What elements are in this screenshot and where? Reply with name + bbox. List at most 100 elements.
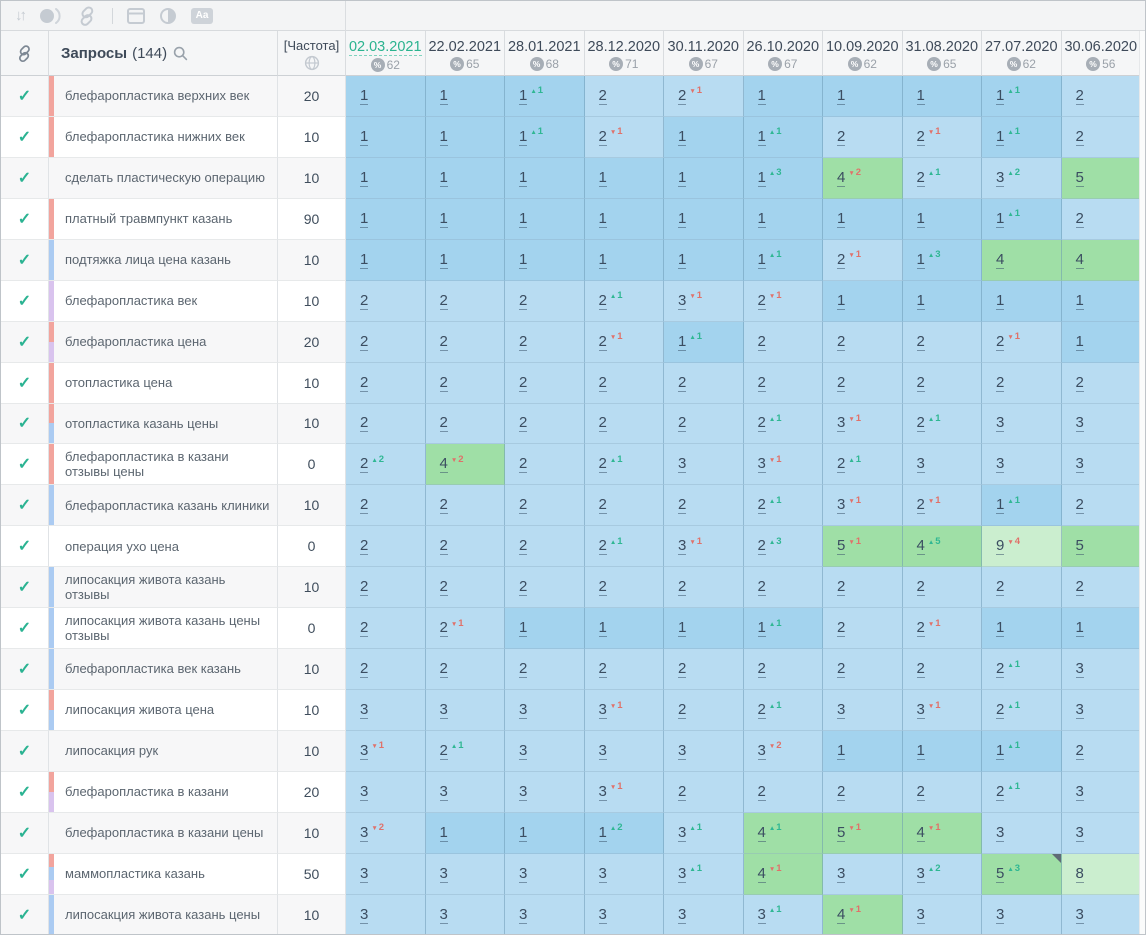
position-value[interactable]: 2 bbox=[758, 374, 766, 392]
check-icon[interactable]: ✓ bbox=[18, 168, 31, 188]
position-value[interactable]: 3 bbox=[1076, 660, 1084, 678]
position-value[interactable]: 1 bbox=[678, 251, 686, 269]
position-value[interactable]: 3 bbox=[360, 824, 368, 842]
position-value[interactable]: 2 bbox=[996, 333, 1004, 351]
date-column-header[interactable]: 30.11.2020%67 bbox=[664, 31, 744, 76]
position-value[interactable]: 3 bbox=[519, 865, 527, 883]
position-value[interactable]: 2 bbox=[440, 619, 448, 637]
position-value[interactable]: 2 bbox=[837, 660, 845, 678]
position-value[interactable]: 1 bbox=[519, 251, 527, 269]
search-icon[interactable] bbox=[173, 46, 188, 61]
date-column-header[interactable]: 02.03.2021%62 bbox=[346, 31, 426, 76]
position-value[interactable]: 2 bbox=[360, 333, 368, 351]
position-value[interactable]: 3 bbox=[996, 455, 1004, 473]
position-value[interactable]: 5 bbox=[996, 865, 1004, 883]
check-icon[interactable]: ✓ bbox=[18, 741, 31, 761]
position-value[interactable]: 1 bbox=[440, 128, 448, 146]
position-value[interactable]: 2 bbox=[599, 87, 607, 105]
position-value[interactable]: 1 bbox=[360, 169, 368, 187]
position-value[interactable]: 2 bbox=[837, 783, 845, 801]
position-value[interactable]: 2 bbox=[440, 292, 448, 310]
position-value[interactable]: 3 bbox=[678, 742, 686, 760]
position-value[interactable]: 3 bbox=[1076, 783, 1084, 801]
position-value[interactable]: 2 bbox=[519, 578, 527, 596]
position-value[interactable]: 2 bbox=[758, 414, 766, 432]
position-value[interactable]: 2 bbox=[599, 455, 607, 473]
position-value[interactable]: 3 bbox=[678, 865, 686, 883]
position-value[interactable]: 1 bbox=[917, 292, 925, 310]
keyword-label[interactable]: отопластика цена bbox=[65, 375, 172, 391]
position-value[interactable]: 3 bbox=[917, 906, 925, 924]
position-value[interactable]: 1 bbox=[996, 128, 1004, 146]
position-value[interactable]: 2 bbox=[519, 537, 527, 555]
position-value[interactable]: 2 bbox=[917, 128, 925, 146]
position-value[interactable]: 3 bbox=[599, 865, 607, 883]
position-value[interactable]: 2 bbox=[599, 537, 607, 555]
position-value[interactable]: 3 bbox=[1076, 414, 1084, 432]
position-value[interactable]: 3 bbox=[678, 292, 686, 310]
position-value[interactable]: 1 bbox=[758, 210, 766, 228]
keyword-label[interactable]: блефаропластика казань клиники bbox=[65, 498, 269, 514]
position-value[interactable]: 3 bbox=[758, 455, 766, 473]
check-icon[interactable]: ✓ bbox=[18, 700, 31, 720]
keyword-label[interactable]: платный травмпункт казань bbox=[65, 211, 232, 227]
position-value[interactable]: 1 bbox=[837, 742, 845, 760]
position-value[interactable]: 2 bbox=[996, 701, 1004, 719]
position-value[interactable]: 2 bbox=[360, 619, 368, 637]
date-column-header[interactable]: 28.01.2021%68 bbox=[505, 31, 585, 76]
position-value[interactable]: 2 bbox=[519, 455, 527, 473]
position-value[interactable]: 3 bbox=[678, 824, 686, 842]
position-value[interactable]: 1 bbox=[1076, 619, 1084, 637]
keyword-label[interactable]: блефаропластика в казани bbox=[65, 784, 229, 800]
text-case-icon[interactable]: Aa bbox=[191, 5, 213, 27]
position-value[interactable]: 2 bbox=[758, 578, 766, 596]
position-value[interactable]: 2 bbox=[599, 496, 607, 514]
check-icon[interactable]: ✓ bbox=[18, 536, 31, 556]
position-value[interactable]: 2 bbox=[1076, 87, 1084, 105]
keyword-label[interactable]: подтяжка лица цена казань bbox=[65, 252, 231, 268]
position-value[interactable]: 2 bbox=[917, 414, 925, 432]
position-value[interactable]: 4 bbox=[758, 865, 766, 883]
position-value[interactable]: 1 bbox=[758, 87, 766, 105]
keyword-label[interactable]: сделать пластическую операцию bbox=[65, 170, 265, 186]
date-column-header[interactable]: 26.10.2020%67 bbox=[744, 31, 824, 76]
keyword-label[interactable]: липосакция рук bbox=[65, 743, 158, 759]
position-value[interactable]: 3 bbox=[678, 455, 686, 473]
position-value[interactable]: 2 bbox=[758, 333, 766, 351]
position-value[interactable]: 1 bbox=[599, 251, 607, 269]
position-value[interactable]: 1 bbox=[837, 87, 845, 105]
position-value[interactable]: 2 bbox=[599, 128, 607, 146]
position-value[interactable]: 2 bbox=[519, 414, 527, 432]
position-value[interactable]: 4 bbox=[837, 169, 845, 187]
position-value[interactable]: 1 bbox=[917, 742, 925, 760]
position-value[interactable]: 2 bbox=[917, 374, 925, 392]
position-value[interactable]: 2 bbox=[519, 374, 527, 392]
position-value[interactable]: 2 bbox=[440, 414, 448, 432]
position-value[interactable]: 2 bbox=[837, 128, 845, 146]
position-value[interactable]: 1 bbox=[440, 824, 448, 842]
position-value[interactable]: 3 bbox=[996, 906, 1004, 924]
position-value[interactable]: 5 bbox=[837, 824, 845, 842]
position-value[interactable]: 2 bbox=[837, 578, 845, 596]
position-value[interactable]: 2 bbox=[360, 414, 368, 432]
position-value[interactable]: 2 bbox=[758, 537, 766, 555]
position-value[interactable]: 1 bbox=[440, 210, 448, 228]
position-value[interactable]: 3 bbox=[440, 701, 448, 719]
position-value[interactable]: 2 bbox=[917, 578, 925, 596]
keyword-label[interactable]: липосакция живота цена bbox=[65, 702, 214, 718]
position-value[interactable]: 3 bbox=[519, 742, 527, 760]
check-icon[interactable]: ✓ bbox=[18, 373, 31, 393]
vertical-scrollbar[interactable] bbox=[1139, 31, 1145, 934]
position-value[interactable]: 2 bbox=[519, 292, 527, 310]
position-value[interactable]: 2 bbox=[440, 742, 448, 760]
position-value[interactable]: 4 bbox=[996, 251, 1004, 269]
position-value[interactable]: 2 bbox=[917, 496, 925, 514]
sort-icon[interactable]: ↓↑ bbox=[15, 5, 24, 27]
position-value[interactable]: 1 bbox=[599, 169, 607, 187]
position-value[interactable]: 3 bbox=[917, 701, 925, 719]
position-value[interactable]: 3 bbox=[837, 414, 845, 432]
position-value[interactable]: 1 bbox=[360, 251, 368, 269]
position-value[interactable]: 5 bbox=[1076, 537, 1084, 555]
position-value[interactable]: 2 bbox=[519, 496, 527, 514]
position-value[interactable]: 4 bbox=[917, 537, 925, 555]
